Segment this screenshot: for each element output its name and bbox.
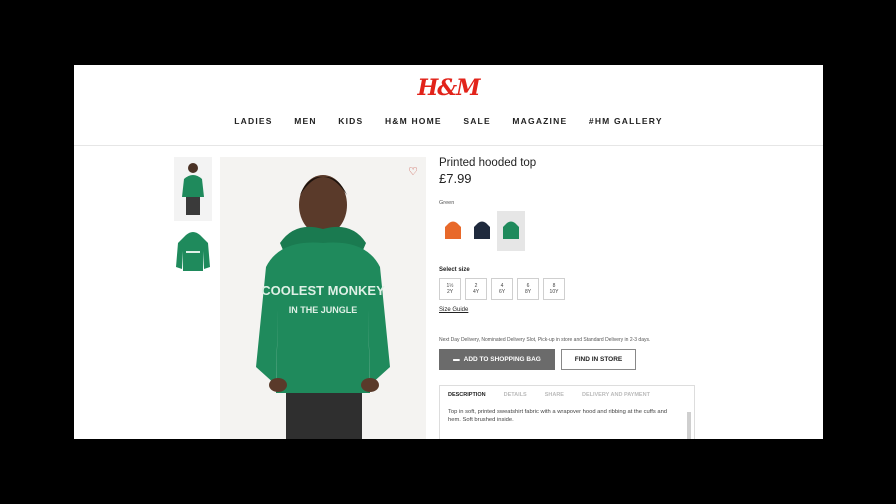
product-main-image[interactable]: COOLEST MONKEY IN THE JUNGLE ♡ xyxy=(220,157,426,439)
size-option[interactable]: 2 4Y xyxy=(465,278,487,300)
size-bottom: 6Y xyxy=(498,289,506,295)
thumbnail-hoodie[interactable] xyxy=(174,227,212,291)
thumbnail-model[interactable] xyxy=(174,157,212,221)
nav-men[interactable]: MEN xyxy=(294,116,317,126)
delivery-info: Next Day Delivery, Nominated Delivery Sl… xyxy=(439,337,651,343)
tab-share[interactable]: SHARE xyxy=(545,392,564,398)
details-tabs: DESCRIPTION DETAILS SHARE DELIVERY AND P… xyxy=(440,386,694,398)
hoodie-print-line1: COOLEST MONKEY xyxy=(261,283,385,298)
size-guide-link[interactable]: Size Guide xyxy=(439,307,699,313)
size-bottom: 2Y xyxy=(446,289,454,295)
size-option[interactable]: 1½ 2Y xyxy=(439,278,461,300)
swatch-navy[interactable] xyxy=(468,211,496,251)
size-bottom: 4Y xyxy=(472,289,480,295)
color-swatches xyxy=(439,211,699,251)
swatch-orange[interactable] xyxy=(439,211,467,251)
thumbnail-list xyxy=(174,157,214,297)
swatch-green-selected[interactable] xyxy=(497,211,525,251)
size-option[interactable]: 8 10Y xyxy=(543,278,565,300)
nav-magazine[interactable]: MAGAZINE xyxy=(512,116,567,126)
tab-delivery-payment[interactable]: DELIVERY AND PAYMENT xyxy=(582,392,650,398)
product-info: Printed hooded top £7.99 Green Select si… xyxy=(439,157,699,370)
product-price: £7.99 xyxy=(439,171,472,186)
product-details-box: DESCRIPTION DETAILS SHARE DELIVERY AND P… xyxy=(439,385,695,439)
nav-hm-gallery[interactable]: #HM GALLERY xyxy=(589,116,663,126)
swatch-navy-hoodie-icon xyxy=(474,221,490,239)
add-to-bag-button[interactable]: ▬ ADD TO SHOPPING BAG xyxy=(439,349,555,370)
action-buttons: ▬ ADD TO SHOPPING BAG FIND IN STORE xyxy=(439,349,699,370)
color-label: Green xyxy=(439,200,455,206)
nav-ladies[interactable]: LADIES xyxy=(234,116,272,126)
hm-logo[interactable]: H&M xyxy=(74,75,823,101)
add-to-bag-label: ADD TO SHOPPING BAG xyxy=(463,356,541,363)
size-label: Select size xyxy=(439,267,470,273)
scrollbar[interactable] xyxy=(687,412,691,439)
swatch-green-hoodie-icon xyxy=(503,221,519,239)
size-options: 1½ 2Y 2 4Y 4 6Y 6 8Y 8 10Y xyxy=(439,278,699,300)
tab-details[interactable]: DETAILS xyxy=(504,392,527,398)
swatch-orange-hoodie-icon xyxy=(445,221,461,239)
size-option[interactable]: 4 6Y xyxy=(491,278,513,300)
shopping-bag-icon: ▬ xyxy=(453,356,460,363)
hoodie-print-line2: IN THE JUNGLE xyxy=(289,305,358,315)
product-name: Printed hooded top xyxy=(439,157,537,169)
nav-sale[interactable]: SALE xyxy=(463,116,490,126)
size-option[interactable]: 6 8Y xyxy=(517,278,539,300)
product-page: H&M LADIES MEN KIDS H&M HOME SALE MAGAZI… xyxy=(74,65,823,439)
product-description: Top in soft, printed sweatshirt fabric w… xyxy=(448,409,668,423)
heart-icon[interactable]: ♡ xyxy=(408,165,418,178)
site-header: H&M LADIES MEN KIDS H&M HOME SALE MAGAZI… xyxy=(74,65,823,146)
nav-kids[interactable]: KIDS xyxy=(338,116,363,126)
size-bottom: 8Y xyxy=(524,289,532,295)
tab-description[interactable]: DESCRIPTION xyxy=(448,392,486,398)
find-in-store-button[interactable]: FIND IN STORE xyxy=(561,349,636,370)
main-nav: LADIES MEN KIDS H&M HOME SALE MAGAZINE #… xyxy=(74,116,823,126)
nav-hm-home[interactable]: H&M HOME xyxy=(385,116,442,126)
size-bottom: 10Y xyxy=(549,289,559,295)
